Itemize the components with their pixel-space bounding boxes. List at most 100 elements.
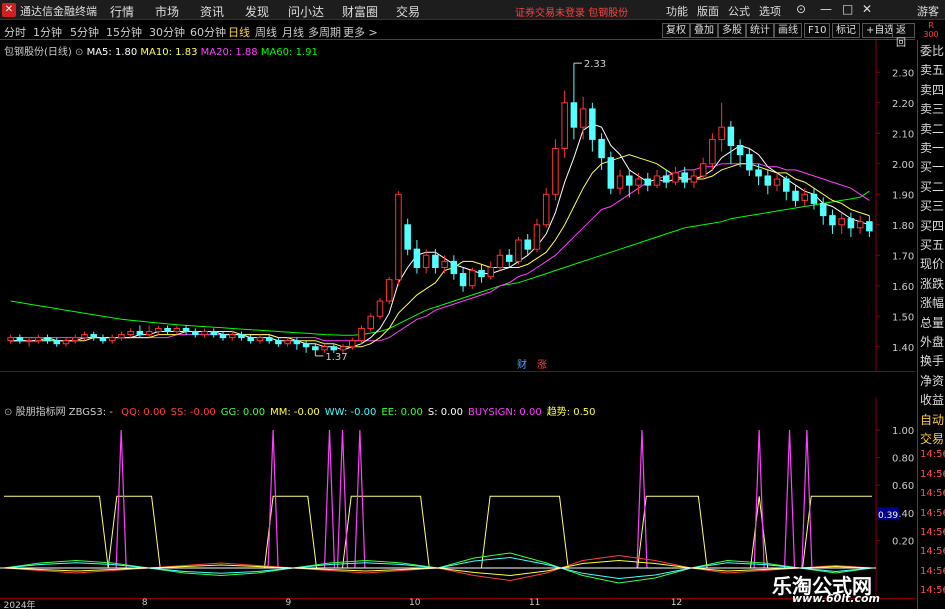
period-tab[interactable]: 30分钟 [149,24,185,40]
side-quote-label[interactable]: 外盘 [920,333,944,350]
x-tick-label: 2024年 [3,601,36,609]
menu-formula[interactable]: 公式 [728,3,750,19]
period-tab[interactable]: 5分钟 [70,24,99,40]
candle-body [16,337,24,342]
period-tab[interactable]: 60分钟 [190,24,226,40]
side-time-label: 14:56 [920,546,945,558]
stats-button[interactable]: 统计 [746,23,774,38]
price-chart[interactable]: 2.30 2.20 2.10 2.00 1.90 1.80 1.70 1.60 1.50 1.40… [0,40,915,372]
ind-tick-label: 0.20 [892,536,914,547]
right-panel-toggle[interactable]: R 300 [917,21,945,40]
finance-event-tag[interactable]: 财 [517,358,527,371]
side-quote-label[interactable]: 买四 [920,217,944,234]
side-quote-label[interactable]: 卖一 [920,139,944,156]
candle-body [598,138,605,159]
indicator-value: S: 0.00 [427,407,464,418]
candle-body [496,254,504,268]
candle-body [339,346,347,351]
candle-body [108,337,116,342]
menu-options[interactable]: 选项 [759,3,781,19]
candle-body [219,334,227,339]
side-quote-label[interactable]: 卖四 [920,81,944,98]
menu-ask[interactable]: 问小达 [288,3,324,20]
back-button[interactable]: 返回 [892,23,915,49]
candle-body [764,175,772,186]
side-quote-label[interactable]: 卖五 [920,61,944,78]
candle-body [727,126,735,146]
menu-layout[interactable]: 版面 [697,3,719,19]
menu-trade[interactable]: 交易 [396,3,420,20]
side-quote-label[interactable]: 换手 [920,352,944,369]
side-quote-label[interactable]: 买一 [920,158,944,175]
indicator-value: BUYSIGN: 0.00 [468,407,542,418]
candle-body [182,327,190,333]
restore-rights-button[interactable]: 复权 [662,23,690,38]
indicator-value: GG: 0.00 [220,407,266,418]
price-tick-label: 2.10 [892,129,914,140]
period-tab-active[interactable]: 日线 [228,24,250,40]
candle-body [385,279,393,302]
side-quote-label[interactable]: 委比 [920,42,944,59]
side-quote-label[interactable]: 现价 [920,255,944,272]
limit-up-event-tag[interactable]: 涨 [537,359,547,371]
candle-body [201,331,208,336]
candle-body [690,175,698,183]
menu-function[interactable]: 功能 [666,3,688,19]
back-icon[interactable]: ⊙ [796,2,806,16]
period-tab[interactable]: 月线 [282,24,304,40]
side-quote-label[interactable]: 买三 [920,197,944,214]
buysign-spike [115,430,127,569]
minimize-icon[interactable]: — [820,2,832,16]
period-tab[interactable]: 分时 [4,24,26,40]
side-quote-label[interactable]: 交易 [920,430,944,447]
candle-body [118,334,125,339]
side-quote-label[interactable]: 卖三 [920,100,944,117]
period-tab[interactable]: 周线 [255,24,277,40]
side-quote-label[interactable]: 自动 [920,411,944,428]
maximize-icon[interactable]: □ [842,2,853,16]
candle-body [469,270,476,287]
price-tick-label: 1.80 [892,221,914,232]
legend-toggle-icon[interactable]: ⊙ [75,47,83,58]
draw-line-button[interactable]: 画线 [774,23,802,38]
candle-body [487,266,495,278]
side-time-label: 14:56 [920,468,945,480]
multi-stock-button[interactable]: 多股 [718,23,746,38]
close-icon[interactable]: ✕ [862,2,872,16]
candle-body [524,239,531,250]
menu-market[interactable]: 市场 [155,3,179,20]
side-quote-label[interactable]: 净资 [920,372,944,389]
menu-quotes[interactable]: 行情 [110,3,134,20]
menu-news[interactable]: 资讯 [200,3,224,20]
candle-body [653,175,661,186]
side-quote-label[interactable]: 买二 [920,178,944,195]
indicator-toggle-icon[interactable]: ⊙ [4,407,12,418]
candle-body [62,340,70,345]
candle-body [607,157,615,189]
buysign-spike [323,430,336,569]
period-tab[interactable]: 1分钟 [33,24,62,40]
side-quote-label[interactable]: 总量 [920,314,944,331]
guest-user[interactable]: 游客 [917,3,939,19]
mark-button[interactable]: 标记 [832,23,860,38]
candle-body [847,218,855,229]
period-tab[interactable]: 多周期 [308,24,341,40]
period-tab[interactable]: 15分钟 [106,24,142,40]
side-quote-label[interactable]: 卖二 [920,120,944,137]
menu-discover[interactable]: 发现 [245,3,269,20]
side-quote-label[interactable]: 收益 [920,391,944,408]
overlay-button[interactable]: 叠加 [690,23,718,38]
buysign-spike [354,430,366,569]
login-warning[interactable]: 证券交易未登录 包钢股份 [515,4,628,19]
side-quote-label[interactable]: 涨跌 [920,275,944,292]
menu-wealth[interactable]: 财富圈 [342,3,378,20]
f10-button[interactable]: F10 [804,23,831,38]
app-title: 通达信金融终端 [20,5,97,18]
candle-body [256,337,264,342]
ind-tick-label: 1.00 [892,426,914,437]
side-quote-label[interactable]: 涨幅 [920,294,944,311]
side-quote-label[interactable]: 买五 [920,236,944,253]
price-tick-label: 2.00 [892,160,914,171]
period-more[interactable]: 更多 > [343,24,378,40]
indicator-chart[interactable]: 1.000.800.600.400.200.39 [0,397,915,598]
